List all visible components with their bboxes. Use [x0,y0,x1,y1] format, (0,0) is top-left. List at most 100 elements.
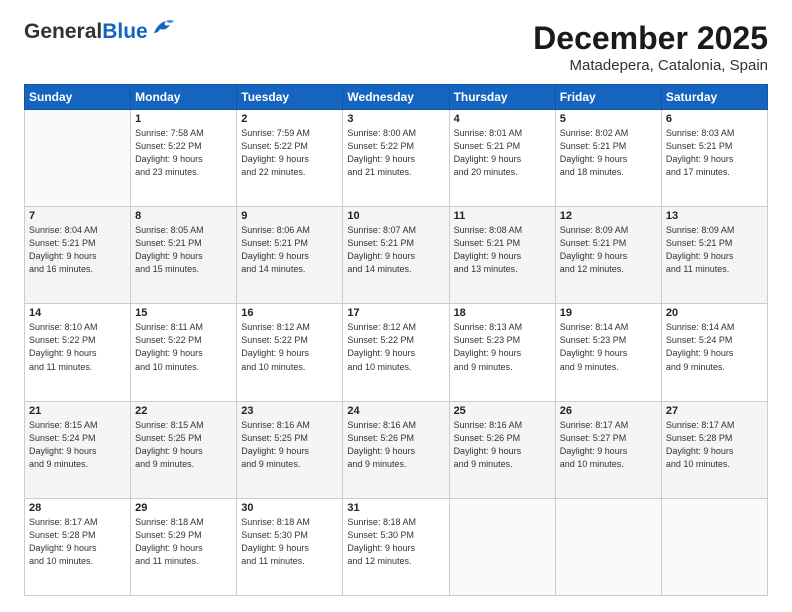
day-info: Sunrise: 8:07 AM Sunset: 5:21 PM Dayligh… [347,224,444,276]
day-number: 26 [560,405,657,417]
calendar-header-row: SundayMondayTuesdayWednesdayThursdayFrid… [25,85,768,110]
month-title: December 2025 [533,20,768,57]
calendar-cell: 3Sunrise: 8:00 AM Sunset: 5:22 PM Daylig… [343,110,449,207]
day-info: Sunrise: 8:09 AM Sunset: 5:21 PM Dayligh… [666,224,763,276]
calendar-cell: 1 Sunrise: 7:58 AM Sunset: 5:22 PM Daylig… [131,110,237,207]
calendar-cell: 8 Sunrise: 8:05 AM Sunset: 5:21 PM Daylig… [131,207,237,304]
day-number: 6 [666,113,763,125]
calendar-cell: 19 Sunrise: 8:14 AM Sunset: 5:23 PM Dayli… [555,304,661,401]
calendar-cell: 30 Sunrise: 8:18 AM Sunset: 5:30 PM Dayli… [237,498,343,595]
calendar-cell: 14Sunrise: 8:10 AM Sunset: 5:22 PM Dayli… [25,304,131,401]
col-header-wednesday: Wednesday [343,85,449,110]
calendar-cell: 26 Sunrise: 8:17 AM Sunset: 5:27 PM Dayli… [555,401,661,498]
calendar-week-1: 7Sunrise: 8:04 AM Sunset: 5:21 PM Daylig… [25,207,768,304]
day-info: Sunrise: 8:15 AM Sunset: 5:24 PM Dayligh… [29,419,126,471]
day-info: Sunrise: 7:59 AM Sunset: 5:22 PM Dayligh… [241,127,338,179]
calendar-cell: 2 Sunrise: 7:59 AM Sunset: 5:22 PM Daylig… [237,110,343,207]
day-info: Sunrise: 8:10 AM Sunset: 5:22 PM Dayligh… [29,321,126,373]
day-number: 5 [560,113,657,125]
day-info: Sunrise: 8:16 AM Sunset: 5:26 PM Dayligh… [454,419,551,471]
day-number: 8 [135,210,232,222]
calendar-cell: 11Sunrise: 8:08 AM Sunset: 5:21 PM Dayli… [449,207,555,304]
day-info: Sunrise: 7:58 AM Sunset: 5:22 PM Dayligh… [135,127,232,179]
header: GeneralBlue December 2025 Matadepera, Ca… [24,20,768,74]
calendar-cell: 22Sunrise: 8:15 AM Sunset: 5:25 PM Dayli… [131,401,237,498]
day-number: 2 [241,113,338,125]
calendar-table: SundayMondayTuesdayWednesdayThursdayFrid… [24,84,768,596]
col-header-saturday: Saturday [661,85,767,110]
day-number: 24 [347,405,444,417]
title-block: December 2025 Matadepera, Catalonia, Spa… [533,20,768,74]
calendar-cell: 12 Sunrise: 8:09 AM Sunset: 5:21 PM Dayli… [555,207,661,304]
day-info: Sunrise: 8:14 AM Sunset: 5:23 PM Dayligh… [560,321,657,373]
col-header-thursday: Thursday [449,85,555,110]
calendar-cell [661,498,767,595]
day-number: 1 [135,113,232,125]
day-info: Sunrise: 8:12 AM Sunset: 5:22 PM Dayligh… [241,321,338,373]
day-number: 12 [560,210,657,222]
calendar-cell [555,498,661,595]
calendar-week-0: 1 Sunrise: 7:58 AM Sunset: 5:22 PM Daylig… [25,110,768,207]
day-info: Sunrise: 8:17 AM Sunset: 5:28 PM Dayligh… [29,516,126,568]
day-number: 7 [29,210,126,222]
day-number: 21 [29,405,126,417]
calendar-cell [449,498,555,595]
logo-blue: Blue [102,20,148,43]
day-number: 4 [454,113,551,125]
day-info: Sunrise: 8:16 AM Sunset: 5:26 PM Dayligh… [347,419,444,471]
day-number: 20 [666,307,763,319]
day-number: 18 [454,307,551,319]
day-number: 13 [666,210,763,222]
calendar-cell: 29Sunrise: 8:18 AM Sunset: 5:29 PM Dayli… [131,498,237,595]
calendar-cell: 21 Sunrise: 8:15 AM Sunset: 5:24 PM Dayli… [25,401,131,498]
calendar-week-4: 28 Sunrise: 8:17 AM Sunset: 5:28 PM Dayli… [25,498,768,595]
calendar-cell: 25 Sunrise: 8:16 AM Sunset: 5:26 PM Dayli… [449,401,555,498]
calendar-cell [25,110,131,207]
calendar-cell: 17Sunrise: 8:12 AM Sunset: 5:22 PM Dayli… [343,304,449,401]
calendar-cell: 10 Sunrise: 8:07 AM Sunset: 5:21 PM Dayli… [343,207,449,304]
day-info: Sunrise: 8:11 AM Sunset: 5:22 PM Dayligh… [135,321,232,373]
day-number: 29 [135,502,232,514]
day-number: 27 [666,405,763,417]
calendar-week-2: 14Sunrise: 8:10 AM Sunset: 5:22 PM Dayli… [25,304,768,401]
col-header-sunday: Sunday [25,85,131,110]
day-number: 30 [241,502,338,514]
col-header-monday: Monday [131,85,237,110]
day-info: Sunrise: 8:08 AM Sunset: 5:21 PM Dayligh… [454,224,551,276]
location: Matadepera, Catalonia, Spain [533,57,768,74]
day-number: 10 [347,210,444,222]
day-info: Sunrise: 8:14 AM Sunset: 5:24 PM Dayligh… [666,321,763,373]
page: GeneralBlue December 2025 Matadepera, Ca… [0,0,792,612]
col-header-friday: Friday [555,85,661,110]
calendar-cell: 31 Sunrise: 8:18 AM Sunset: 5:30 PM Dayli… [343,498,449,595]
day-info: Sunrise: 8:16 AM Sunset: 5:25 PM Dayligh… [241,419,338,471]
calendar-cell: 18Sunrise: 8:13 AM Sunset: 5:23 PM Dayli… [449,304,555,401]
calendar-cell: 4 Sunrise: 8:01 AM Sunset: 5:21 PM Daylig… [449,110,555,207]
day-info: Sunrise: 8:17 AM Sunset: 5:28 PM Dayligh… [666,419,763,471]
day-number: 16 [241,307,338,319]
day-number: 19 [560,307,657,319]
day-info: Sunrise: 8:18 AM Sunset: 5:30 PM Dayligh… [241,516,338,568]
col-header-tuesday: Tuesday [237,85,343,110]
day-number: 28 [29,502,126,514]
day-info: Sunrise: 8:06 AM Sunset: 5:21 PM Dayligh… [241,224,338,276]
day-info: Sunrise: 8:17 AM Sunset: 5:27 PM Dayligh… [560,419,657,471]
calendar-cell: 13 Sunrise: 8:09 AM Sunset: 5:21 PM Dayli… [661,207,767,304]
day-info: Sunrise: 8:18 AM Sunset: 5:30 PM Dayligh… [347,516,444,568]
day-number: 9 [241,210,338,222]
day-info: Sunrise: 8:03 AM Sunset: 5:21 PM Dayligh… [666,127,763,179]
calendar-cell: 5Sunrise: 8:02 AM Sunset: 5:21 PM Daylig… [555,110,661,207]
day-info: Sunrise: 8:15 AM Sunset: 5:25 PM Dayligh… [135,419,232,471]
day-number: 25 [454,405,551,417]
day-info: Sunrise: 8:09 AM Sunset: 5:21 PM Dayligh… [560,224,657,276]
calendar-cell: 24 Sunrise: 8:16 AM Sunset: 5:26 PM Dayli… [343,401,449,498]
calendar-cell: 28 Sunrise: 8:17 AM Sunset: 5:28 PM Dayli… [25,498,131,595]
day-info: Sunrise: 8:01 AM Sunset: 5:21 PM Dayligh… [454,127,551,179]
calendar-cell: 20 Sunrise: 8:14 AM Sunset: 5:24 PM Dayli… [661,304,767,401]
day-number: 15 [135,307,232,319]
day-number: 31 [347,502,444,514]
calendar-cell: 27 Sunrise: 8:17 AM Sunset: 5:28 PM Dayli… [661,401,767,498]
day-info: Sunrise: 8:05 AM Sunset: 5:21 PM Dayligh… [135,224,232,276]
calendar-cell: 16 Sunrise: 8:12 AM Sunset: 5:22 PM Dayli… [237,304,343,401]
day-info: Sunrise: 8:00 AM Sunset: 5:22 PM Dayligh… [347,127,444,179]
